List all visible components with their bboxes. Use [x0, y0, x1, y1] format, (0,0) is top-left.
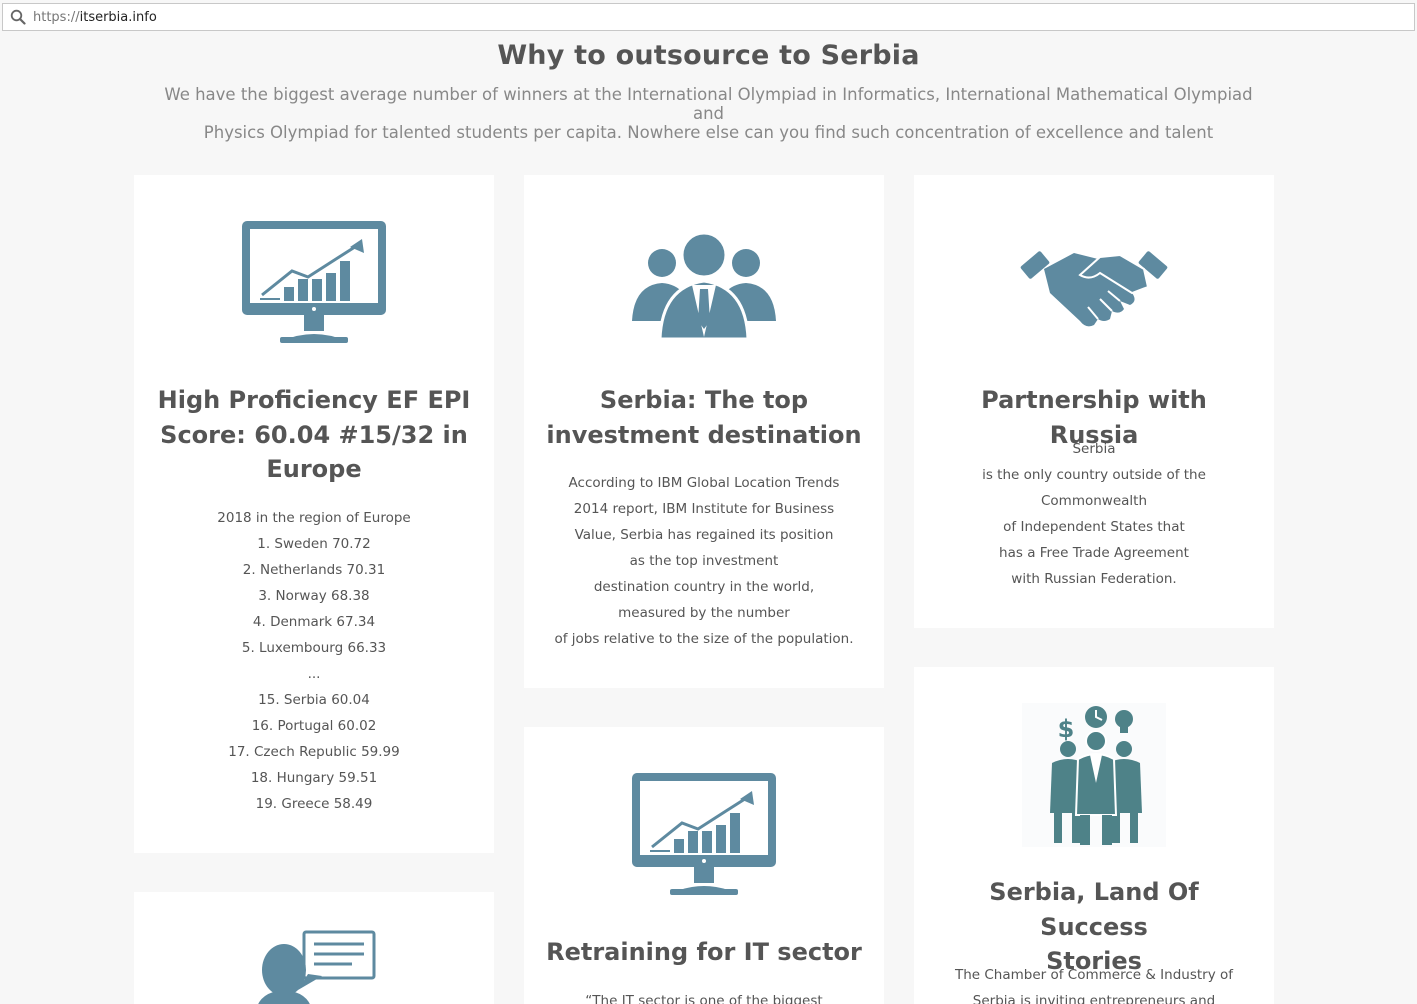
- card-success-stories: $ Serbia, Land Of Success Stories The Ch…: [914, 667, 1274, 1004]
- body-line: 19. Greece 58.49: [255, 796, 373, 812]
- monitor-growth-chart-icon: [630, 771, 778, 904]
- section-title: Why to outsource to Serbia: [497, 40, 920, 71]
- url-host: itserbia.info: [79, 9, 157, 25]
- card-body: 2018 in the region of Europe 1. Sweden 7…: [154, 505, 474, 817]
- business-team-icon: [630, 229, 778, 344]
- card-ef-epi: High Proficiency EF EPI Score: 60.04 #15…: [134, 175, 494, 853]
- body-line: ...: [307, 666, 321, 682]
- body-line: has a Free Trade Agreement: [999, 545, 1189, 561]
- section-subtitle: We have the biggest average number of wi…: [150, 85, 1267, 142]
- body-line: measured by the number: [618, 605, 790, 621]
- body-line: of Independent States that: [1003, 519, 1185, 535]
- title-line: Serbia, Land Of Success: [989, 878, 1199, 941]
- body-line: The Chamber of Commerce & Industry of: [954, 967, 1234, 983]
- card-title: High Proficiency EF EPI Score: 60.04 #15…: [154, 383, 474, 487]
- body-line: 3. Norway 68.38: [258, 588, 370, 604]
- card-body: “The IT sector is one of the biggest: [544, 988, 864, 1004]
- body-line: as the top investment: [629, 553, 779, 569]
- speaker-chat-icon: [252, 930, 376, 1004]
- body-line: 15. Serbia 60.04: [258, 692, 370, 708]
- url-scheme: https://: [33, 9, 80, 25]
- title-line: investment destination: [546, 420, 862, 449]
- body-line: 4. Denmark 67.34: [252, 614, 376, 630]
- body-line: Commonwealth: [1040, 493, 1148, 509]
- body-line: 2018 in the region of Europe: [217, 510, 411, 526]
- card-retraining: Retraining for IT sector “The IT sector …: [524, 727, 884, 1004]
- body-line: 5. Luxembourg 66.33: [241, 640, 387, 656]
- title-line: Retraining for IT sector: [546, 938, 862, 966]
- body-line: 2. Netherlands 70.31: [242, 562, 386, 578]
- subtitle-line: We have the biggest average number of wi…: [164, 85, 1253, 123]
- card-speaker: [134, 892, 494, 1004]
- title-line: High Proficiency EF EPI: [157, 386, 471, 414]
- body-line: Serbia: [1072, 441, 1116, 457]
- card-title: Retraining for IT sector: [544, 935, 864, 970]
- body-line: is the only country outside of the: [982, 467, 1206, 483]
- title-line: Europe: [266, 455, 362, 483]
- body-line: of jobs relative to the size of the popu…: [554, 631, 854, 647]
- body-line: 17. Czech Republic 59.99: [228, 744, 400, 760]
- success-businessmen-icon: $: [1022, 703, 1166, 852]
- body-line: According to IBM Global Location Trends: [568, 475, 840, 491]
- body-line: 16. Portugal 60.02: [251, 718, 377, 734]
- body-line: destination country in the world,: [593, 579, 815, 595]
- card-body: Serbia is the only country outside of th…: [934, 436, 1254, 592]
- url-text[interactable]: https://itserbia.info: [33, 10, 157, 25]
- card-body: The Chamber of Commerce & Industry of Se…: [934, 962, 1254, 1004]
- body-line: 1. Sweden 70.72: [257, 536, 371, 552]
- handshake-icon: [1020, 235, 1168, 336]
- card-body: According to IBM Global Location Trends …: [544, 470, 864, 652]
- card-title: Serbia: The top investment destination: [544, 383, 864, 452]
- body-line: 2014 report, IBM Institute for Business: [573, 501, 835, 517]
- body-line: Value, Serbia has regained its position: [574, 527, 834, 543]
- subtitle-line: Physics Olympiad for talented students p…: [203, 123, 1214, 142]
- address-bar[interactable]: https://itserbia.info: [2, 3, 1415, 31]
- body-line: with Russian Federation.: [1011, 571, 1177, 587]
- title-line: Serbia: The top: [599, 386, 809, 414]
- card-investment: Serbia: The top investment destination A…: [524, 175, 884, 688]
- body-line: “The IT sector is one of the biggest: [585, 993, 823, 1004]
- svg-text:$: $: [1058, 715, 1075, 743]
- card-russia: Partnership with Russia Serbia is the on…: [914, 175, 1274, 628]
- body-line: Serbia is inviting entrepreneurs and: [972, 993, 1216, 1004]
- monitor-growth-chart-icon: [240, 219, 388, 352]
- search-icon: [3, 3, 33, 31]
- title-line: Score: 60.04 #15/32 in: [160, 420, 468, 449]
- body-line: 18. Hungary 59.51: [250, 770, 378, 786]
